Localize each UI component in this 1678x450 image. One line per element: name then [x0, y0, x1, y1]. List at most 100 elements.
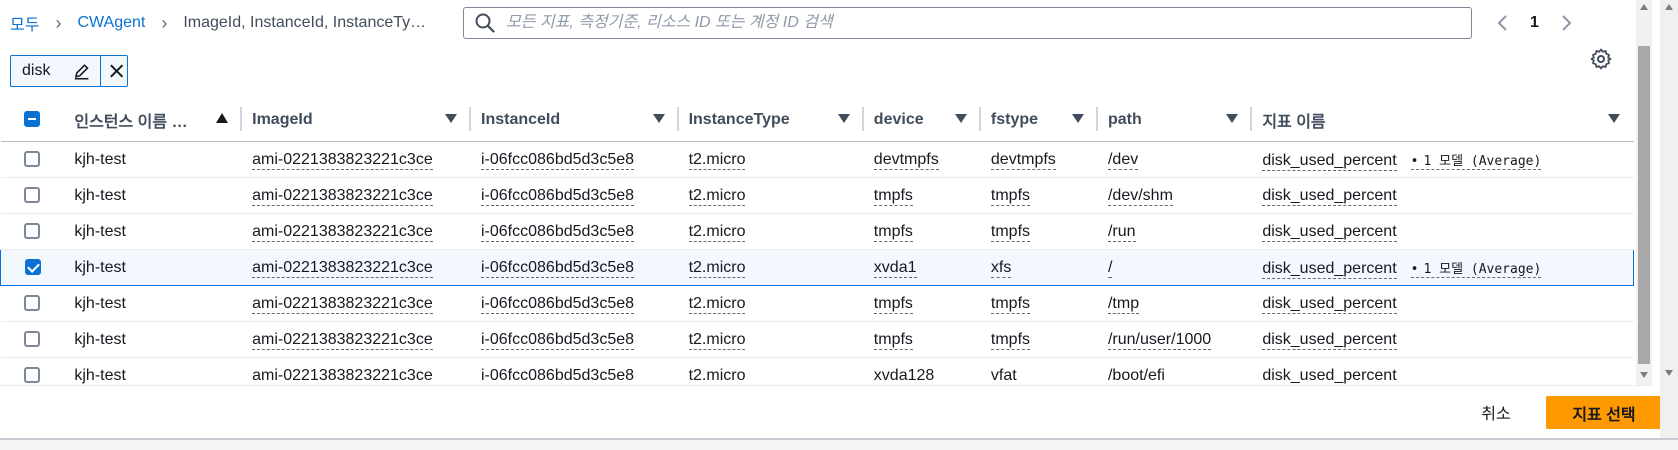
- column-header-imageid[interactable]: ImageId: [242, 98, 471, 142]
- gear-icon[interactable]: [1589, 47, 1613, 71]
- path-link[interactable]: /: [1107, 258, 1113, 278]
- fstype-link[interactable]: xfs: [990, 258, 1012, 278]
- metric-name-link[interactable]: disk_used_percent: [1262, 366, 1397, 385]
- table-row[interactable]: kjh-test ami-0221383823221c3ce i-06fcc086b…: [0, 357, 1634, 385]
- device-link[interactable]: tmpfs: [873, 186, 913, 206]
- scroll-thumb[interactable]: [1638, 46, 1650, 364]
- scroll-down-arrow-icon[interactable]: [1665, 370, 1673, 376]
- close-icon[interactable]: [106, 60, 127, 82]
- chevron-left-icon[interactable]: [1496, 13, 1510, 33]
- path-link[interactable]: /run: [1107, 222, 1136, 242]
- instance-type-link[interactable]: t2.micro: [688, 258, 746, 278]
- image-id-link[interactable]: ami-0221383823221c3ce: [252, 330, 433, 350]
- column-header-path[interactable]: path: [1097, 98, 1253, 142]
- row-checkbox[interactable]: [24, 187, 41, 204]
- sort-descending-icon: [652, 114, 665, 123]
- image-id-link[interactable]: ami-0221383823221c3ce: [252, 186, 433, 206]
- device-link[interactable]: tmpfs: [873, 294, 913, 314]
- instance-type-link[interactable]: t2.micro: [688, 150, 746, 170]
- path-link[interactable]: /run/user/1000: [1107, 330, 1212, 350]
- fstype-link[interactable]: vfat: [990, 366, 1017, 385]
- breadcrumb-namespace[interactable]: CWAgent: [77, 14, 145, 32]
- path-link[interactable]: /boot/efi: [1107, 366, 1165, 385]
- device-link[interactable]: tmpfs: [873, 222, 913, 242]
- row-select-cell: [0, 321, 65, 358]
- instance-type-link[interactable]: t2.micro: [688, 330, 746, 350]
- edit-icon[interactable]: [72, 61, 91, 81]
- row-checkbox[interactable]: [24, 367, 41, 384]
- image-id-link[interactable]: ami-0221383823221c3ce: [252, 150, 433, 170]
- row-checkbox[interactable]: [24, 259, 41, 276]
- fstype-link[interactable]: tmpfs: [990, 330, 1031, 350]
- instance-id-link[interactable]: i-06fcc086bd5d3c5e8: [481, 330, 635, 350]
- table-row[interactable]: kjh-test ami-0221383823221c3ce i-06fcc086b…: [0, 141, 1634, 178]
- column-header-metric-name[interactable]: 지표 이름: [1252, 98, 1634, 142]
- table-row[interactable]: kjh-test ami-0221383823221c3ce i-06fcc086b…: [0, 249, 1634, 286]
- table-row[interactable]: kjh-test ami-0221383823221c3ce i-06fcc086b…: [0, 285, 1634, 322]
- row-checkbox[interactable]: [24, 223, 41, 240]
- metric-name-link[interactable]: disk_used_percent: [1262, 294, 1397, 314]
- fstype-link[interactable]: tmpfs: [990, 294, 1031, 314]
- instance-id-link[interactable]: i-06fcc086bd5d3c5e8: [481, 186, 635, 206]
- device-cell: tmpfs: [863, 285, 981, 322]
- column-header-fstype[interactable]: fstype: [980, 98, 1098, 142]
- scroll-down-arrow-icon[interactable]: [1640, 372, 1648, 378]
- device-link[interactable]: xvda128: [873, 366, 935, 385]
- device-link[interactable]: xvda1: [873, 258, 917, 278]
- current-page[interactable]: 1: [1530, 14, 1539, 32]
- row-checkbox[interactable]: [24, 151, 41, 168]
- fstype-link[interactable]: tmpfs: [990, 186, 1031, 206]
- graphed-model-badge[interactable]: • 1 모델 (Average): [1410, 153, 1542, 170]
- fstype-link[interactable]: tmpfs: [990, 222, 1031, 242]
- cancel-button[interactable]: 취소: [1460, 396, 1532, 428]
- instance-id-link[interactable]: i-06fcc086bd5d3c5e8: [481, 294, 635, 314]
- metric-name-link[interactable]: disk_used_percent: [1262, 151, 1397, 171]
- column-header-instanceid[interactable]: InstanceId: [471, 98, 679, 142]
- search-input[interactable]: [504, 13, 1471, 33]
- image-id-link[interactable]: ami-0221383823221c3ce: [252, 366, 433, 385]
- page-scrollbar[interactable]: [1660, 0, 1678, 438]
- path-cell: /tmp: [1097, 285, 1253, 322]
- metric-name-link[interactable]: disk_used_percent: [1262, 222, 1397, 242]
- device-cell: tmpfs: [863, 177, 981, 214]
- path-link[interactable]: /dev/shm: [1107, 186, 1173, 206]
- instance-type-link[interactable]: t2.micro: [688, 186, 746, 206]
- select-all-checkbox[interactable]: [24, 111, 41, 128]
- table-row[interactable]: kjh-test ami-0221383823221c3ce i-06fcc086b…: [0, 177, 1634, 214]
- scroll-up-arrow-icon[interactable]: [1665, 4, 1673, 10]
- path-link[interactable]: /tmp: [1107, 294, 1140, 314]
- image-id-link[interactable]: ami-0221383823221c3ce: [252, 222, 433, 242]
- table-scrollbar[interactable]: [1636, 0, 1652, 385]
- table-row[interactable]: kjh-test ami-0221383823221c3ce i-06fcc086b…: [0, 321, 1634, 358]
- device-link[interactable]: tmpfs: [873, 330, 913, 350]
- breadcrumb-all[interactable]: 모두: [10, 11, 39, 35]
- device-link[interactable]: devtmpfs: [873, 150, 939, 170]
- row-checkbox[interactable]: [24, 331, 41, 348]
- image-id-link[interactable]: ami-0221383823221c3ce: [252, 258, 433, 278]
- instance-id-link[interactable]: i-06fcc086bd5d3c5e8: [481, 366, 635, 385]
- instance-id-link[interactable]: i-06fcc086bd5d3c5e8: [481, 222, 635, 242]
- graphed-model-badge[interactable]: • 1 모델 (Average): [1410, 261, 1542, 278]
- instance-type-link[interactable]: t2.micro: [688, 222, 746, 242]
- column-header-instance-name[interactable]: 인스턴스 이름 …: [64, 98, 243, 142]
- fstype-link[interactable]: devtmpfs: [990, 150, 1056, 170]
- search-box[interactable]: [463, 7, 1472, 39]
- instance-id-link[interactable]: i-06fcc086bd5d3c5e8: [481, 150, 635, 170]
- path-link[interactable]: /dev: [1107, 150, 1139, 170]
- table-row[interactable]: kjh-test ami-0221383823221c3ce i-06fcc086b…: [0, 213, 1634, 250]
- row-checkbox[interactable]: [24, 295, 41, 312]
- instance-type-link[interactable]: t2.micro: [688, 294, 746, 314]
- column-header-label: InstanceType: [688, 110, 790, 128]
- scroll-up-arrow-icon[interactable]: [1640, 4, 1648, 10]
- metric-name-link[interactable]: disk_used_percent: [1262, 330, 1397, 350]
- chevron-right-icon[interactable]: [1559, 13, 1573, 33]
- select-metric-button[interactable]: 지표 선택: [1546, 396, 1662, 429]
- instance-type-link[interactable]: t2.micro: [688, 366, 746, 385]
- metric-name-link[interactable]: disk_used_percent: [1262, 259, 1397, 279]
- instance-id-link[interactable]: i-06fcc086bd5d3c5e8: [481, 258, 635, 278]
- column-header-instancetype[interactable]: InstanceType: [678, 98, 864, 142]
- metric-name-link[interactable]: disk_used_percent: [1262, 186, 1397, 206]
- column-header-device[interactable]: device: [863, 98, 981, 142]
- image-id-link[interactable]: ami-0221383823221c3ce: [252, 294, 433, 314]
- path-cell: /run: [1097, 213, 1253, 250]
